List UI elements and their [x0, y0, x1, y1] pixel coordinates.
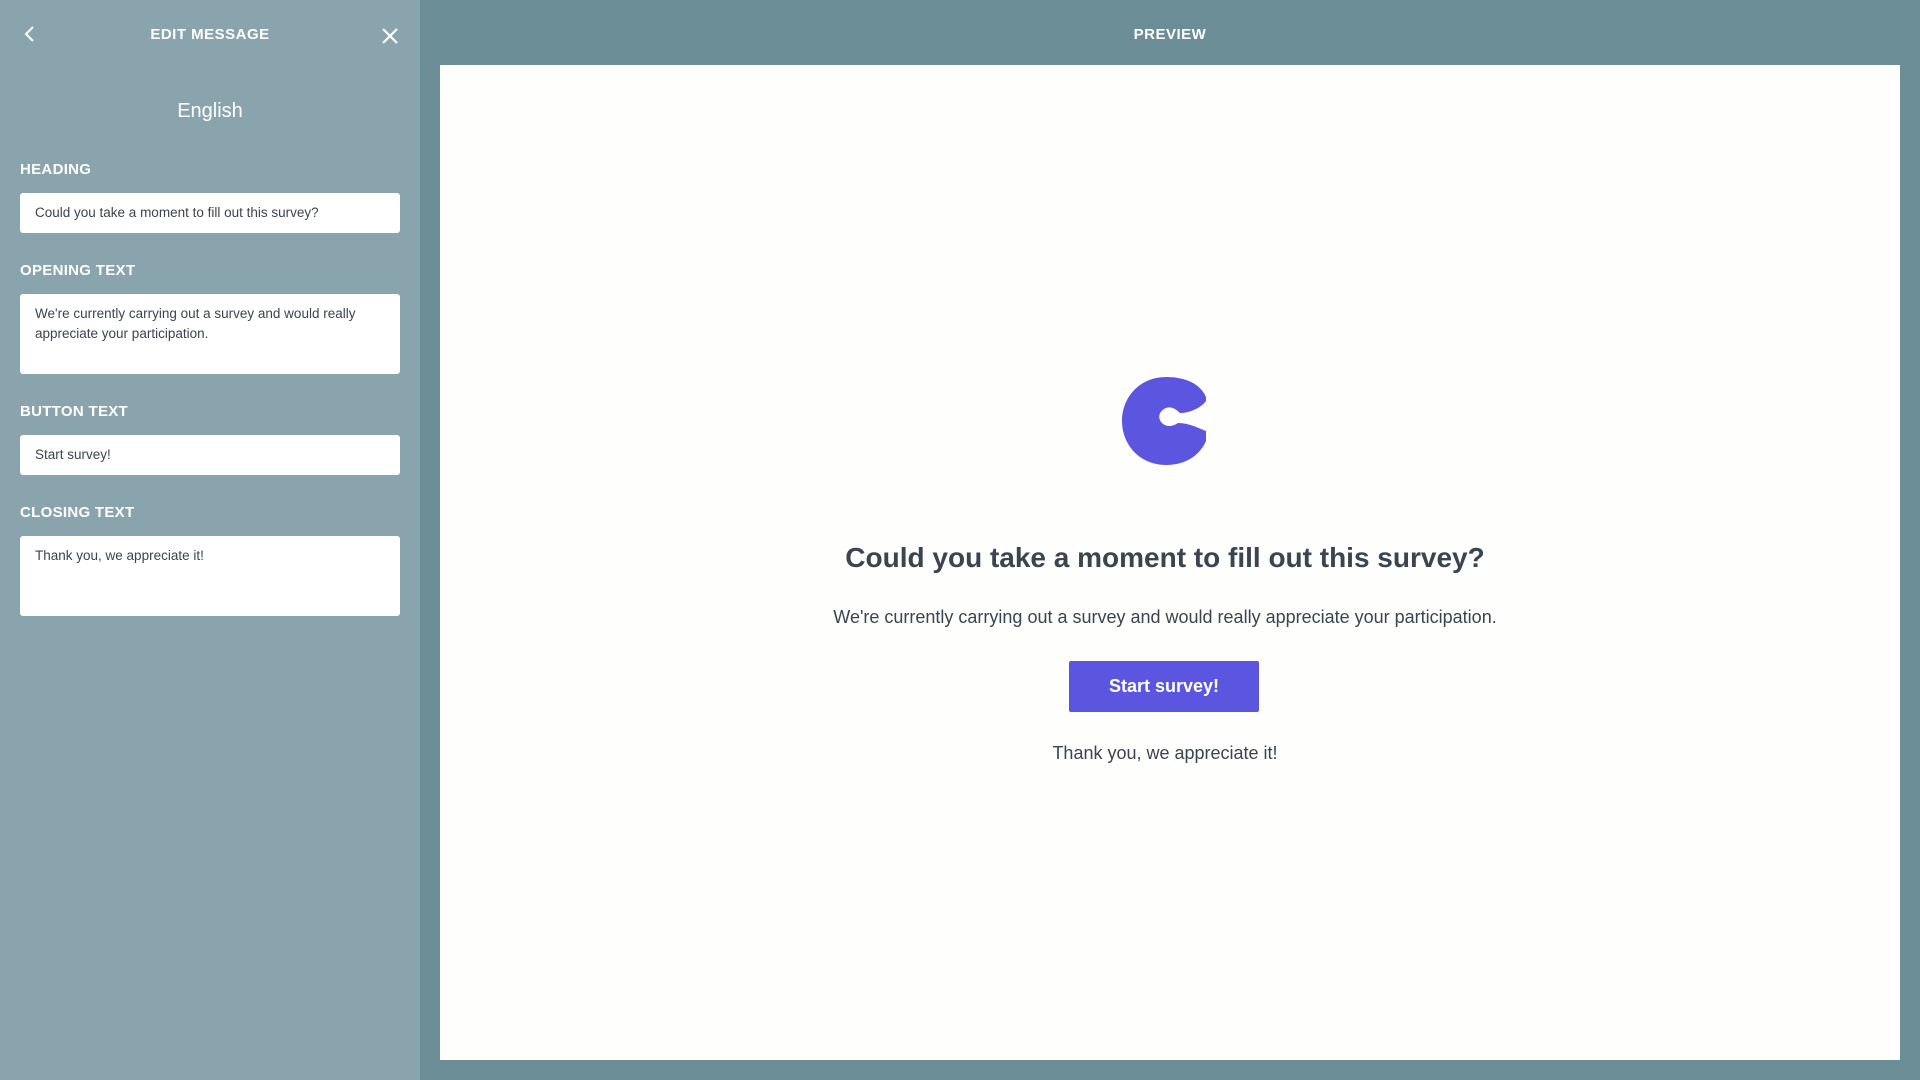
editor-title: EDIT MESSAGE: [150, 26, 270, 43]
opening-text-input[interactable]: We're currently carrying out a survey an…: [20, 294, 400, 374]
editor-header: EDIT MESSAGE: [0, 0, 420, 70]
start-survey-button[interactable]: Start survey!: [1069, 661, 1259, 712]
opening-text-label: OPENING TEXT: [20, 262, 136, 279]
preview-title: PREVIEW: [1133, 26, 1207, 43]
heading-label: HEADING: [20, 161, 92, 178]
language-label: English: [177, 100, 243, 122]
button-text-label: BUTTON TEXT: [20, 403, 129, 420]
heading-input[interactable]: Could you take a moment to fill out this…: [20, 193, 400, 233]
brand-logo-icon: [1122, 377, 1206, 465]
closing-text-label: CLOSING TEXT: [20, 504, 135, 521]
close-icon: [382, 28, 398, 44]
preview-heading: Could you take a moment to fill out this…: [845, 542, 1485, 573]
close-button[interactable]: [376, 22, 404, 50]
preview-opening-text: We're currently carrying out a survey an…: [833, 607, 1497, 627]
preview-closing-text: Thank you, we appreciate it!: [1052, 743, 1278, 763]
closing-text-input[interactable]: Thank you, we appreciate it!: [20, 536, 400, 616]
button-text-input[interactable]: Start survey!: [20, 435, 400, 475]
edit-message-panel: EDIT MESSAGE English HEADING Could you t…: [0, 0, 420, 1080]
